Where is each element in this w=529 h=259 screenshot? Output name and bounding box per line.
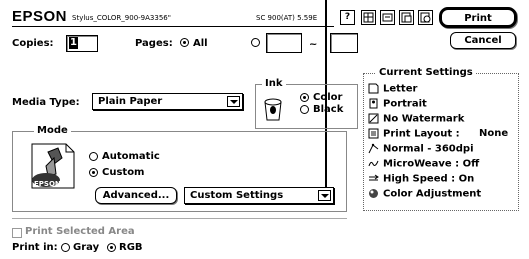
print-button[interactable]: Print — [439, 7, 517, 28]
pages-all-label[interactable]: All — [193, 38, 208, 49]
ink-color-radio[interactable] — [300, 93, 309, 102]
paper-icon — [368, 83, 379, 94]
media-type-value: Plain Paper — [98, 96, 163, 107]
custom-settings-value: Custom Settings — [190, 190, 284, 201]
microweave-icon — [368, 158, 379, 169]
copies-value: 1 — [69, 37, 78, 49]
chevron-down-icon — [318, 190, 331, 201]
setting-quality-text: Normal - 360dpi — [383, 143, 474, 155]
custom-settings-select[interactable]: Custom Settings — [184, 187, 334, 204]
current-settings-title: Current Settings — [376, 67, 476, 78]
print-rgb-radio[interactable] — [107, 243, 116, 252]
layout-button-icon[interactable] — [399, 10, 414, 25]
mode-custom-radio[interactable] — [89, 168, 98, 177]
setting-paper-row: Letter — [368, 83, 417, 96]
color-adjust-icon — [368, 188, 379, 199]
mode-automatic-radio[interactable] — [89, 152, 98, 161]
setting-orientation-text: Portrait — [383, 98, 427, 110]
advanced-button[interactable]: Advanced... — [95, 187, 177, 204]
setting-quality-row: Normal - 360dpi — [368, 143, 474, 156]
pages-to-input[interactable] — [330, 33, 358, 53]
print-selected-area-checkbox[interactable] — [12, 228, 22, 238]
mode-logo-text: EPSON — [34, 180, 61, 188]
pages-all-radio[interactable] — [180, 38, 189, 47]
quality-icon — [368, 143, 379, 154]
setting-layout-row: Print Layout : None — [368, 128, 508, 141]
copies-label: Copies: — [12, 38, 54, 49]
ink-black-label[interactable]: Black — [313, 104, 343, 115]
setting-watermark-row: No Watermark — [368, 113, 464, 126]
ink-cartridge-icon — [262, 96, 284, 125]
utility-icon[interactable] — [361, 10, 376, 25]
setting-microweave-row: MicroWeave : Off — [368, 158, 479, 171]
setting-speed-text: High Speed : On — [383, 173, 475, 185]
setting-paper-text: Letter — [383, 83, 418, 95]
pages-from-input[interactable] — [266, 33, 302, 53]
help-button[interactable]: ? — [340, 10, 355, 25]
epson-logo: EPSON — [12, 8, 68, 25]
mode-group-title: Mode — [34, 125, 71, 136]
mode-custom-label[interactable]: Custom — [102, 167, 144, 178]
setting-layout-text: Print Layout : — [383, 128, 460, 140]
setting-watermark-text: No Watermark — [383, 113, 465, 125]
setting-microweave-text: MicroWeave : Off — [383, 158, 480, 170]
ink-group-title: Ink — [262, 78, 286, 89]
setting-color-adjust-text: Color Adjustment — [383, 188, 482, 200]
cancel-button[interactable]: Cancel — [450, 32, 516, 49]
setting-orientation-row: Portrait — [368, 98, 427, 111]
printer-name: Stylus_COLOR_900-9A3356" — [72, 14, 171, 22]
pages-label: Pages: — [135, 38, 173, 49]
copies-input[interactable]: 1 — [66, 35, 98, 52]
setting-layout-value: None — [479, 128, 509, 139]
ink-color-label[interactable]: Color — [313, 92, 342, 103]
print-rgb-label[interactable]: RGB — [119, 242, 143, 253]
print-gray-radio[interactable] — [61, 243, 70, 252]
background-print-icon[interactable] — [380, 10, 395, 25]
header-rule — [12, 26, 334, 27]
print-gray-label[interactable]: Gray — [73, 242, 99, 253]
chevron-down-icon — [227, 96, 240, 107]
driver-version: SC 900(AT) 5.59E — [256, 14, 318, 22]
watermark-icon — [368, 113, 379, 124]
mode-automatic-label[interactable]: Automatic — [102, 151, 160, 162]
footer-divider — [12, 218, 347, 219]
pages-range-separator: ~ — [309, 39, 318, 50]
pages-range-radio[interactable] — [251, 38, 260, 47]
ink-black-radio[interactable] — [300, 105, 309, 114]
portrait-icon — [368, 98, 379, 109]
print-selected-area-label[interactable]: Print Selected Area — [25, 226, 135, 237]
media-type-label: Media Type: — [12, 97, 80, 108]
setting-color-adjust-row: Color Adjustment — [368, 188, 481, 201]
speed-icon — [368, 173, 379, 184]
media-type-select[interactable]: Plain Paper — [92, 93, 243, 110]
print-in-label: Print in: — [12, 242, 58, 253]
preview-icon[interactable] — [418, 10, 433, 25]
layout-icon — [368, 128, 379, 139]
setting-speed-row: High Speed : On — [368, 173, 474, 186]
